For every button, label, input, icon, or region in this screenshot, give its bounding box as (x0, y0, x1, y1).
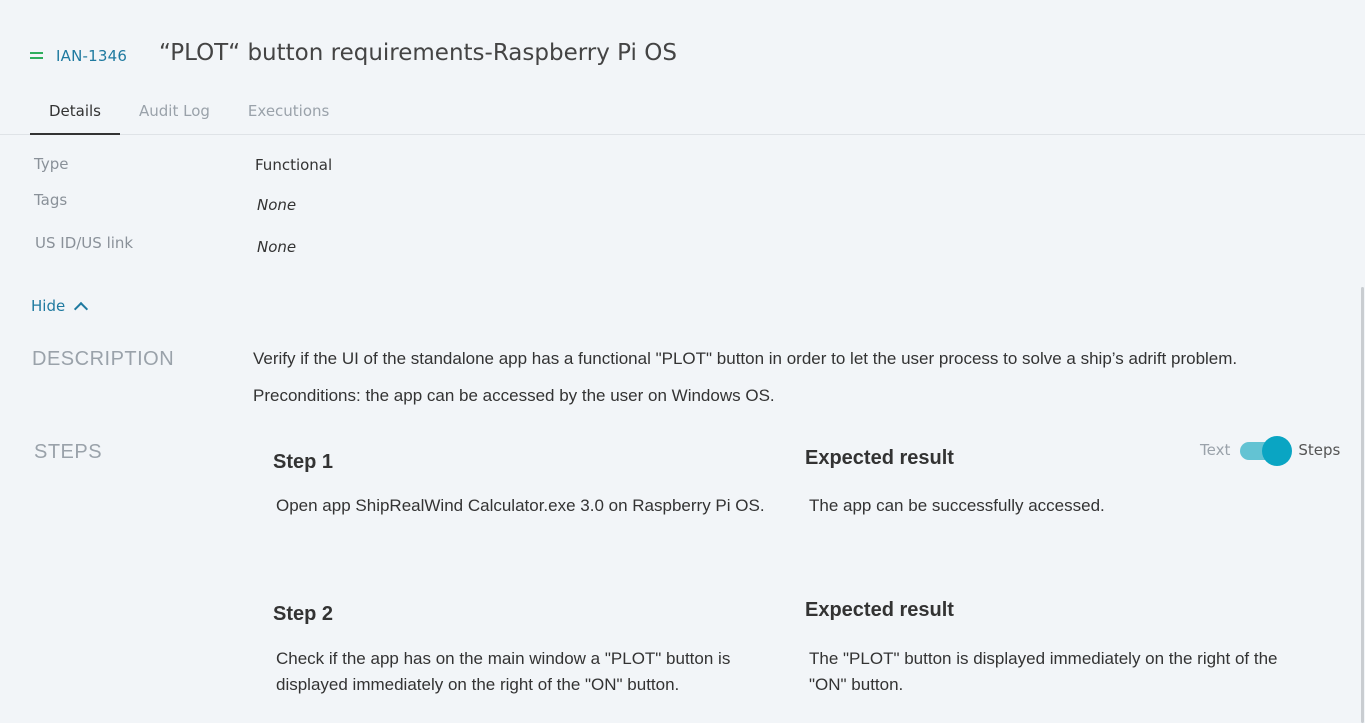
hide-details-toggle[interactable]: Hide (31, 297, 89, 316)
step-2-expected: The "PLOT" button is displayed immediate… (809, 649, 1278, 694)
description-text: Verify if the UI of the standalone app h… (253, 349, 1238, 368)
toggle-steps-label[interactable]: Steps (1298, 441, 1340, 459)
switch-knob[interactable] (1262, 436, 1293, 466)
vertical-scrollbar[interactable] (1361, 287, 1364, 723)
hide-label: Hide (31, 297, 66, 315)
type-label: Type (34, 155, 69, 173)
text-steps-switch[interactable] (1240, 436, 1293, 466)
tab-details[interactable]: Details (30, 94, 121, 135)
us-id-value[interactable]: None (257, 238, 296, 256)
step-1-title: Step 1 (273, 451, 334, 473)
step-2-action: Check if the app has on the main window … (276, 649, 731, 694)
us-id-label: US ID/US link (35, 234, 134, 252)
preconditions-text: Preconditions: the app can be accessed b… (253, 386, 775, 405)
tags-label: Tags (34, 191, 68, 209)
page-title: “PLOT“ button requirements-Raspberry Pi … (159, 40, 677, 66)
tab-bar: Details Audit Log Executions (30, 94, 348, 135)
tags-value[interactable]: None (257, 196, 296, 214)
steps-heading: STEPS (34, 441, 103, 463)
step-2-title: Step 2 (273, 603, 334, 625)
chevron-up-icon (74, 301, 89, 316)
step-1-expected-title: Expected result (805, 447, 954, 469)
view-mode-toggle: Text Steps (1200, 436, 1340, 466)
tab-audit-log[interactable]: Audit Log (120, 94, 229, 135)
step-1-expected: The app can be successfully accessed. (809, 496, 1105, 515)
priority-medium-icon (30, 52, 43, 61)
test-case-page: IAN-1346 “PLOT“ button requirements-Rasp… (0, 0, 1365, 723)
description-heading: DESCRIPTION (32, 348, 175, 370)
issue-key-link[interactable]: IAN-1346 (56, 47, 127, 65)
header: IAN-1346 “PLOT“ button requirements-Rasp… (0, 0, 1365, 135)
step-2-expected-title: Expected result (805, 599, 954, 621)
step-1-action: Open app ShipRealWind Calculator.exe 3.0… (276, 496, 765, 515)
toggle-text-label[interactable]: Text (1200, 441, 1230, 459)
type-value: Functional (255, 156, 333, 174)
tab-executions[interactable]: Executions (229, 94, 348, 135)
